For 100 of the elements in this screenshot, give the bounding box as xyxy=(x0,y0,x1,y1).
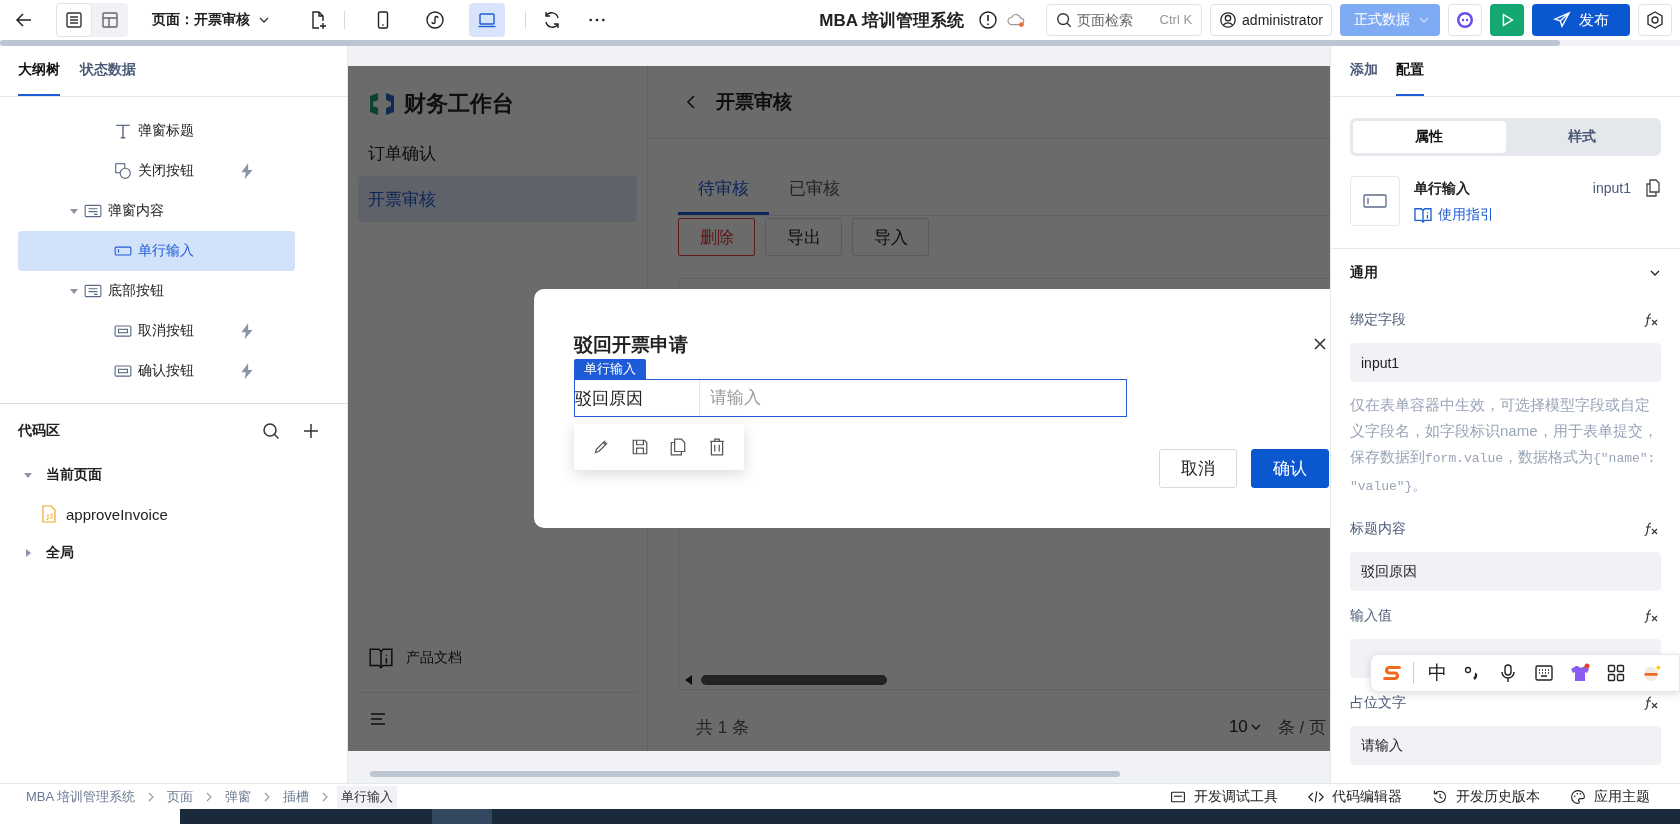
book-icon[interactable] xyxy=(368,646,394,670)
status-bar-button[interactable]: 开发历史版本 xyxy=(1432,787,1540,806)
panel-tab[interactable]: 状态数据 xyxy=(80,46,136,96)
shirt-icon[interactable] xyxy=(1569,663,1591,683)
cancel-button[interactable]: 取消 xyxy=(1159,449,1237,488)
property-field[interactable]: 驳回原因 xyxy=(1350,552,1661,591)
app-title: MBA 培训管理系统 xyxy=(819,9,965,32)
property-field[interactable]: input1 xyxy=(1350,343,1661,382)
add-icon[interactable] xyxy=(301,421,321,441)
shapes-icon xyxy=(114,162,132,180)
settings-button[interactable] xyxy=(1638,4,1672,36)
tree-item[interactable]: 单行输入 xyxy=(18,231,295,271)
search-icon[interactable] xyxy=(1055,11,1074,29)
keyboard-icon[interactable] xyxy=(1533,663,1555,683)
caret-icon[interactable] xyxy=(24,549,32,557)
docs-link[interactable]: 产品文档 xyxy=(406,649,462,667)
confirm-button[interactable]: 确认 xyxy=(1251,449,1329,488)
caret-icon[interactable] xyxy=(70,287,78,295)
action-button[interactable]: 导出 xyxy=(765,218,842,256)
segment-tab[interactable]: 属性 xyxy=(1353,121,1506,153)
input-icon xyxy=(1363,194,1387,208)
code-group[interactable]: 全局 xyxy=(0,534,74,572)
breadcrumb-item[interactable]: 插槽 xyxy=(279,785,314,808)
status-bar-button[interactable]: 代码编辑器 xyxy=(1308,787,1402,806)
delete-icon[interactable] xyxy=(707,438,726,456)
breadcrumb-item[interactable]: 页面 xyxy=(163,785,198,808)
info-icon[interactable] xyxy=(978,10,999,30)
text-input-field[interactable]: 驳回原因 请输入 xyxy=(574,379,1127,417)
list-icon[interactable] xyxy=(64,10,84,30)
tree-item[interactable]: 确认按钮 xyxy=(18,351,295,391)
status-bar-button[interactable]: 应用主题 xyxy=(1570,787,1650,806)
user-button[interactable]: administrator xyxy=(1210,4,1332,36)
search-input[interactable]: 页面检索 xyxy=(1077,12,1138,28)
apps-grid-icon[interactable] xyxy=(1605,663,1627,683)
history-icon[interactable] xyxy=(1432,788,1448,805)
status-bar-button[interactable]: 开发调试工具 xyxy=(1170,787,1278,806)
field-label: 驳回原因 xyxy=(575,387,644,410)
copy-icon[interactable] xyxy=(669,438,688,456)
save-icon[interactable] xyxy=(630,438,649,456)
text-input[interactable]: 请输入 xyxy=(699,380,1126,416)
robot-face-icon[interactable] xyxy=(1455,10,1475,30)
palette-icon[interactable] xyxy=(1570,788,1586,805)
tree-item[interactable]: 取消按钮 xyxy=(18,311,295,351)
page-size-select[interactable]: 10 xyxy=(1228,717,1262,737)
copy-icon[interactable] xyxy=(1645,179,1661,197)
sogou-s-icon[interactable] xyxy=(1381,663,1403,683)
page-selector[interactable]: 页面：开票审核 xyxy=(152,11,270,29)
chevron-right-icon xyxy=(321,790,330,803)
scroll-left-icon[interactable] xyxy=(685,675,693,685)
scrollbar-thumb[interactable] xyxy=(701,675,887,685)
panel-tab[interactable]: 添加 xyxy=(1350,46,1378,96)
layout-icon[interactable] xyxy=(100,10,120,30)
more-icon[interactable] xyxy=(588,17,606,23)
component-tag: 单行输入 xyxy=(574,359,646,379)
action-button[interactable]: 导入 xyxy=(852,218,929,256)
segment-tab[interactable]: 样式 xyxy=(1505,121,1658,153)
breadcrumb-item[interactable]: MBA 培训管理系统 xyxy=(22,785,140,808)
breadcrumb-item[interactable]: 弹窗 xyxy=(221,785,256,808)
page-title: 开票审核 xyxy=(716,90,792,114)
breadcrumb-item[interactable]: 单行输入 xyxy=(337,785,398,808)
settings-icon[interactable] xyxy=(1645,10,1665,30)
outline-view-toggle[interactable] xyxy=(56,3,92,37)
send-icon[interactable] xyxy=(1553,11,1571,29)
code-group[interactable]: 当前页面 xyxy=(0,456,102,494)
panel-tab[interactable]: 配置 xyxy=(1396,46,1424,96)
mini-program-icon[interactable] xyxy=(425,10,445,30)
panel-tab[interactable]: 大纲树 xyxy=(18,46,60,96)
assistant-button[interactable] xyxy=(1448,4,1482,36)
nav-item[interactable]: 订单确认 xyxy=(358,130,637,176)
tree-item[interactable]: 弹窗标题 xyxy=(18,111,295,151)
chevron-right-icon xyxy=(147,790,156,803)
input-mode-toggle[interactable]: 中 xyxy=(1428,660,1447,686)
text-icon xyxy=(114,122,132,140)
refresh-icon[interactable] xyxy=(542,10,562,30)
caret-icon[interactable] xyxy=(24,471,32,479)
run-button[interactable] xyxy=(1490,4,1524,36)
close-icon[interactable] xyxy=(1313,337,1327,351)
shortcut-hint: Ctrl K xyxy=(1159,12,1193,27)
caret-icon[interactable] xyxy=(70,207,78,215)
mascot-icon[interactable] xyxy=(1641,663,1663,683)
dialog-title: 驳回开票申请 xyxy=(574,333,688,357)
section-title: 代码区 xyxy=(18,422,60,440)
desktop-icon[interactable] xyxy=(477,10,497,30)
code-file-item[interactable]: approveInvoice xyxy=(0,494,168,534)
book-icon[interactable] xyxy=(1414,207,1432,223)
user-icon[interactable] xyxy=(1219,11,1238,29)
guide-link[interactable]: 使用指引 xyxy=(1414,206,1494,224)
tree-item[interactable]: 弹窗内容 xyxy=(18,191,295,231)
code-icon[interactable] xyxy=(1308,788,1324,805)
property-label: 标题内容 xyxy=(1350,520,1406,538)
search-icon[interactable] xyxy=(261,421,281,441)
tree-item[interactable]: 关闭按钮 xyxy=(18,151,295,191)
property-field[interactable]: 请输入 xyxy=(1350,726,1661,765)
scrollbar-thumb[interactable] xyxy=(370,771,1120,777)
tree-item[interactable]: 底部按钮 xyxy=(18,271,295,311)
publish-button[interactable]: 发布 xyxy=(1532,4,1630,36)
property-label: 输入值 xyxy=(1350,607,1392,625)
desktop-view-button[interactable] xyxy=(469,3,505,37)
container-icon xyxy=(84,202,102,220)
scrollbar-thumb[interactable] xyxy=(0,40,1560,46)
